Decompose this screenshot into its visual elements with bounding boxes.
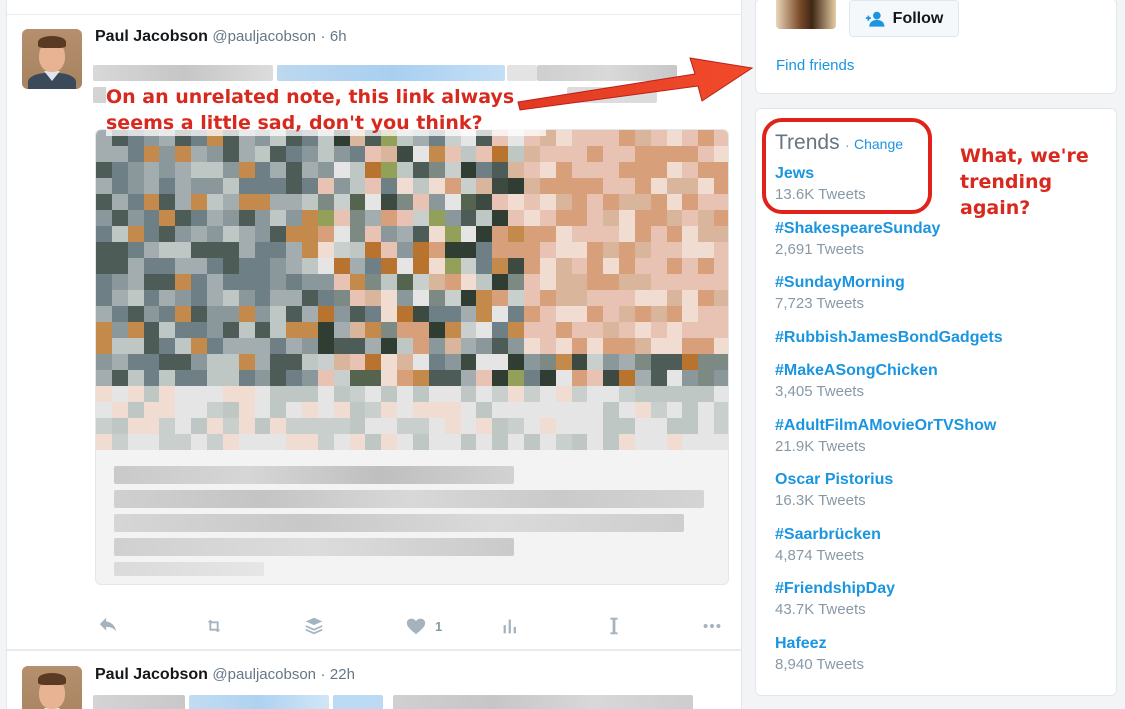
- tweet[interactable]: Paul Jacobson @pauljacobson · 22h: [7, 650, 741, 709]
- trend-name: Oscar Pistorius: [775, 471, 894, 488]
- reply-icon: [99, 617, 117, 632]
- analytics-icon: [503, 619, 516, 634]
- link-card-image[interactable]: [95, 129, 729, 585]
- trend-name: #SundayMorning: [775, 274, 905, 291]
- trend-item[interactable]: #AdultFilmAMovieOrTVShow 21.9K Tweets: [775, 417, 1095, 455]
- add-user-icon: [865, 11, 885, 27]
- trend-item[interactable]: Oscar Pistorius 16.3K Tweets: [775, 471, 1095, 509]
- instapaper-button[interactable]: [603, 611, 625, 641]
- trend-name: Hafeez: [775, 635, 827, 652]
- trend-name: #MakeASongChicken: [775, 362, 938, 379]
- tweet-author-name[interactable]: Paul Jacobson: [95, 28, 208, 45]
- trend-item[interactable]: #Saarbrücken 4,874 Tweets: [775, 526, 1095, 564]
- trend-name: #FriendshipDay: [775, 580, 896, 597]
- like-button[interactable]: 1: [405, 611, 442, 641]
- follow-button[interactable]: Follow: [849, 0, 959, 37]
- tweet-header: Paul Jacobson @pauljacobson · 22h: [95, 666, 355, 684]
- pixelated-image: [96, 130, 728, 450]
- trend-item[interactable]: #FriendshipDay 43.7K Tweets: [775, 580, 1095, 618]
- annotation-line: seems a little sad, don't you think?: [106, 112, 483, 134]
- trend-name: #AdultFilmAMovieOrTVShow: [775, 417, 997, 434]
- annotation-line: What, we're: [960, 145, 1089, 167]
- like-count: 1: [435, 618, 443, 634]
- trend-item[interactable]: #ShakespeareSunday 2,691 Tweets: [775, 220, 1095, 258]
- redacted-card-text: [96, 450, 728, 584]
- trend-item[interactable]: #MakeASongChicken 3,405 Tweets: [775, 362, 1095, 400]
- trend-tweet-count: 2,691 Tweets: [775, 241, 864, 258]
- trend-name: #ShakespeareSunday: [775, 220, 941, 237]
- trend-item[interactable]: #RubbishJamesBondGadgets: [775, 329, 1095, 347]
- who-to-follow-card: Follow Find friends: [755, 0, 1117, 94]
- follow-button-label: Follow: [892, 9, 944, 27]
- trend-tweet-count: 21.9K Tweets: [775, 438, 866, 455]
- annotation-line: again?: [960, 197, 1031, 219]
- tweet-actions: 1: [95, 611, 725, 641]
- tweet-header-separator: ·: [320, 28, 326, 45]
- retweet-icon: [207, 619, 221, 633]
- trend-tweet-count: 4,874 Tweets: [775, 547, 864, 564]
- trend-name: #Saarbrücken: [775, 526, 881, 543]
- annotation-circle: [762, 118, 932, 214]
- find-friends-link[interactable]: Find friends: [776, 57, 854, 74]
- tweet-timestamp[interactable]: 6h: [330, 28, 347, 45]
- more-icon: [703, 623, 721, 629]
- avatar[interactable]: [22, 666, 82, 709]
- avatar[interactable]: [776, 0, 836, 29]
- analytics-button[interactable]: [499, 611, 521, 641]
- trend-tweet-count: 8,940 Tweets: [775, 656, 864, 673]
- retweet-button[interactable]: [203, 611, 225, 641]
- annotation-link-note: On an unrelated note, this link always s…: [106, 84, 546, 136]
- tweet-timestamp[interactable]: 22h: [330, 666, 355, 683]
- like-icon: [406, 618, 426, 635]
- trend-tweet-count: 7,723 Tweets: [775, 295, 864, 312]
- annotation-line: trending: [960, 171, 1053, 193]
- annotation-line: On an unrelated note, this link always: [106, 86, 515, 108]
- instapaper-icon: [610, 617, 618, 635]
- tweet-author-name[interactable]: Paul Jacobson: [95, 666, 208, 683]
- tweet-author-handle[interactable]: @pauljacobson: [212, 28, 316, 45]
- reply-button[interactable]: [97, 611, 119, 641]
- trend-tweet-count: 43.7K Tweets: [775, 601, 866, 618]
- tweet-header-separator: ·: [320, 666, 326, 683]
- avatar[interactable]: [22, 29, 82, 89]
- trend-name: #RubbishJamesBondGadgets: [775, 329, 1003, 346]
- trend-item[interactable]: #SundayMorning 7,723 Tweets: [775, 274, 1095, 312]
- trend-item[interactable]: Hafeez 8,940 Tweets: [775, 635, 1095, 673]
- more-button[interactable]: [701, 611, 723, 641]
- trend-tweet-count: 16.3K Tweets: [775, 492, 866, 509]
- tweet-author-handle[interactable]: @pauljacobson: [212, 666, 316, 683]
- tweet-header: Paul Jacobson @pauljacobson · 6h: [95, 28, 347, 46]
- annotation-trend-note: What, we're trending again?: [960, 143, 1110, 221]
- buffer-icon: [305, 617, 323, 635]
- buffer-button[interactable]: [303, 611, 325, 641]
- trend-tweet-count: 3,405 Tweets: [775, 383, 864, 400]
